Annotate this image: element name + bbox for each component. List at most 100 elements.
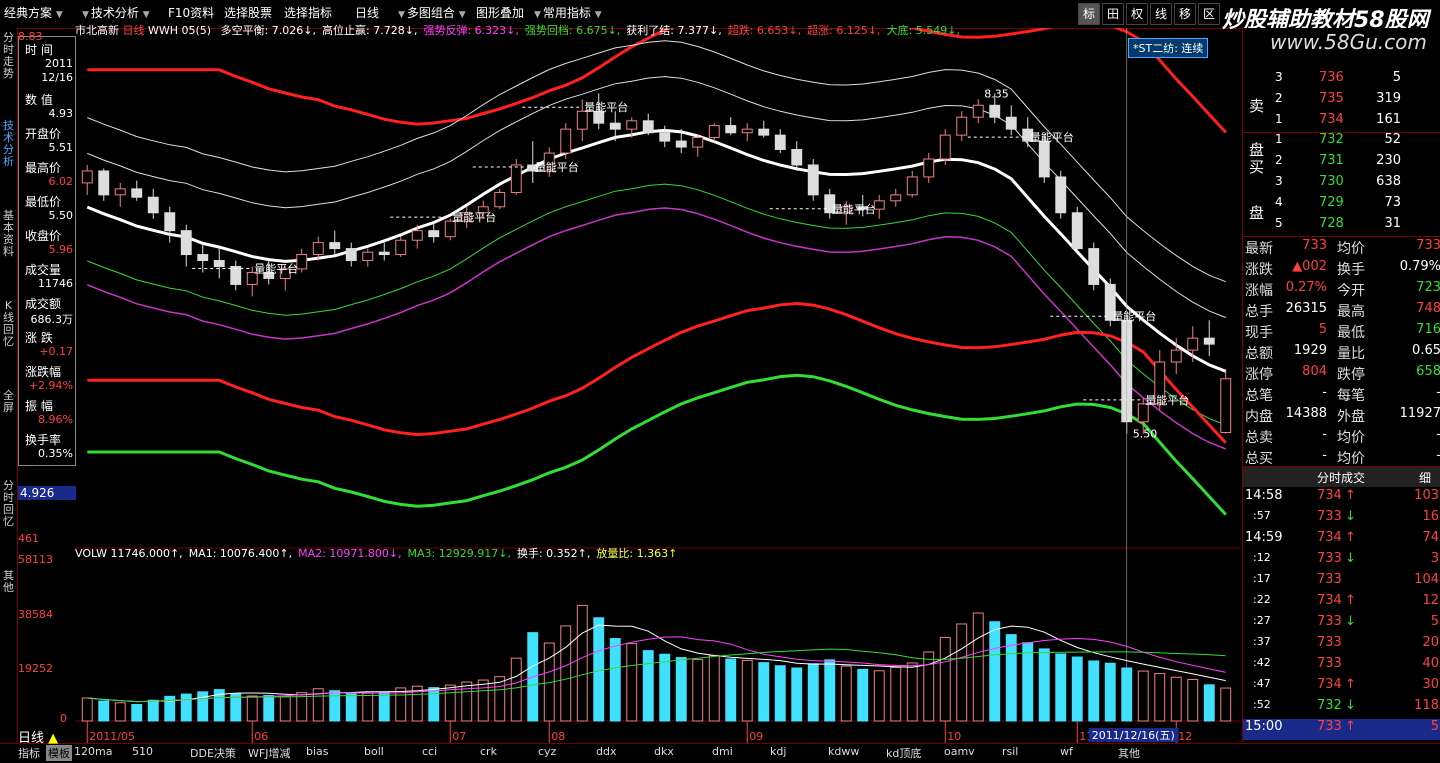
menu-f10[interactable]: F10资料 (168, 3, 214, 23)
candle-body[interactable] (725, 125, 737, 134)
volume-bar[interactable] (939, 636, 951, 722)
volume-bar[interactable] (362, 692, 374, 722)
volume-bar[interactable] (81, 697, 93, 722)
menu-daily[interactable]: 日线 (355, 3, 379, 23)
left-tab-intraday[interactable]: 分时走势 (0, 32, 17, 80)
candle-body[interactable] (197, 254, 209, 262)
bottom-tab-14[interactable]: kdj (770, 745, 786, 758)
candle-body[interactable] (312, 242, 324, 256)
candle-body[interactable] (956, 116, 968, 136)
candle-body[interactable] (411, 230, 423, 241)
left-tab-intraday-recall[interactable]: 分时回忆 (0, 480, 17, 528)
volume-bar[interactable] (923, 651, 935, 722)
overlay-stock-label[interactable]: *ST二纺: 连续 (1128, 38, 1209, 58)
left-tab-other[interactable]: 其他 (0, 570, 17, 594)
volume-bar[interactable] (1104, 662, 1116, 722)
candle-body[interactable] (1220, 378, 1232, 434)
candle-body[interactable] (1055, 176, 1067, 214)
bottom-tab-16[interactable]: kd顶底 (886, 745, 921, 761)
candle-body[interactable] (98, 170, 110, 196)
volume-bar[interactable] (741, 659, 753, 722)
bottom-tab-11[interactable]: ddx (596, 745, 616, 758)
candle-body[interactable] (939, 134, 951, 160)
volume-bar[interactable] (494, 676, 506, 722)
bottom-tab-1[interactable]: 模板 (46, 745, 72, 761)
volume-bar[interactable] (1055, 653, 1067, 722)
volume-bar[interactable] (1038, 648, 1050, 722)
candle-body[interactable] (1038, 140, 1050, 178)
volume-bar[interactable] (378, 691, 390, 722)
menu-multi-chart[interactable]: ▼ 多图组合 ▼ (398, 3, 468, 23)
menu-scheme[interactable]: 经典方案 ▼ (4, 3, 65, 23)
volume-bar[interactable] (725, 658, 737, 722)
volume-bar[interactable] (890, 666, 902, 722)
volume-bar[interactable] (329, 690, 341, 722)
volume-bar[interactable] (279, 696, 291, 722)
bottom-tab-20[interactable]: 其他 (1118, 745, 1140, 761)
volume-bar[interactable] (510, 657, 522, 722)
candle-body[interactable] (906, 176, 918, 196)
left-tab-tech-analysis[interactable]: 技术分析 (0, 120, 17, 168)
candle-body[interactable] (807, 164, 819, 196)
volume-bar[interactable] (758, 662, 770, 722)
volume-bar[interactable] (477, 679, 489, 722)
menu-common-indicators[interactable]: ▼ 常用指标 ▼ (534, 3, 604, 23)
bottom-tab-0[interactable]: 指标 (18, 745, 40, 761)
volume-bar[interactable] (873, 670, 885, 722)
candle-body[interactable] (626, 120, 638, 130)
candle-body[interactable] (1088, 248, 1100, 285)
volume-bar[interactable] (593, 617, 605, 722)
volume-bar[interactable] (98, 700, 110, 722)
bottom-tab-19[interactable]: wf (1060, 745, 1073, 758)
trades-toggle[interactable]: 细 (1419, 469, 1431, 486)
volume-bar[interactable] (675, 657, 687, 722)
bottom-tab-7[interactable]: boll (364, 745, 384, 758)
candle-body[interactable] (609, 122, 621, 130)
candle-body[interactable] (378, 251, 390, 256)
candle-body[interactable] (147, 196, 159, 214)
candle-body[interactable] (923, 158, 935, 178)
volume-bar[interactable] (659, 653, 671, 722)
bottom-tab-9[interactable]: crk (480, 745, 497, 758)
volume-bar[interactable] (1137, 670, 1149, 722)
volume-bar[interactable] (840, 665, 852, 722)
volume-bar[interactable] (824, 659, 836, 722)
menu-overlay[interactable]: 图形叠加 (476, 3, 524, 23)
candle-body[interactable] (1005, 116, 1017, 130)
volume-bar[interactable] (1005, 634, 1017, 722)
menu-select-stock[interactable]: 选择股票 (224, 3, 272, 23)
volume-bar[interactable] (1170, 676, 1182, 722)
bottom-tab-4[interactable]: DDE决策 (190, 745, 236, 761)
volume-bar[interactable] (1121, 667, 1133, 722)
menu-select-indicator[interactable]: 选择指标 (284, 3, 332, 23)
volume-bar[interactable] (807, 663, 819, 722)
volume-bar[interactable] (1088, 660, 1100, 722)
candle-body[interactable] (642, 120, 654, 134)
volume-bar[interactable] (461, 681, 473, 722)
candle-body[interactable] (774, 134, 786, 150)
bottom-tab-17[interactable]: oamv (944, 745, 975, 758)
candle-body[interactable] (213, 260, 225, 268)
volume-bar[interactable] (972, 612, 984, 722)
bottom-tab-8[interactable]: cci (422, 745, 437, 758)
tool-button-mark[interactable]: 标 (1078, 3, 1100, 25)
candle-body[interactable] (164, 212, 176, 232)
volume-bar[interactable] (131, 703, 143, 722)
volume-bar[interactable] (1071, 656, 1083, 722)
bottom-tab-18[interactable]: rsil (1002, 745, 1018, 758)
volume-bar[interactable] (345, 693, 357, 722)
candle-body[interactable] (230, 266, 242, 285)
volume-bar[interactable] (642, 650, 654, 722)
bottom-period-label[interactable]: 日线 ▲ (18, 727, 74, 746)
candle-body[interactable] (692, 137, 704, 148)
left-tab-fundamentals[interactable]: 基本资料 (0, 210, 17, 258)
volume-bar[interactable] (906, 662, 918, 722)
volume-bar[interactable] (791, 667, 803, 722)
candle-body[interactable] (1187, 337, 1199, 351)
candle-body[interactable] (989, 104, 1001, 118)
candle-body[interactable] (741, 128, 753, 134)
candle-body[interactable] (345, 248, 357, 262)
candle-body[interactable] (296, 254, 308, 270)
candle-body[interactable] (510, 164, 522, 193)
volume-bar[interactable] (609, 638, 621, 722)
